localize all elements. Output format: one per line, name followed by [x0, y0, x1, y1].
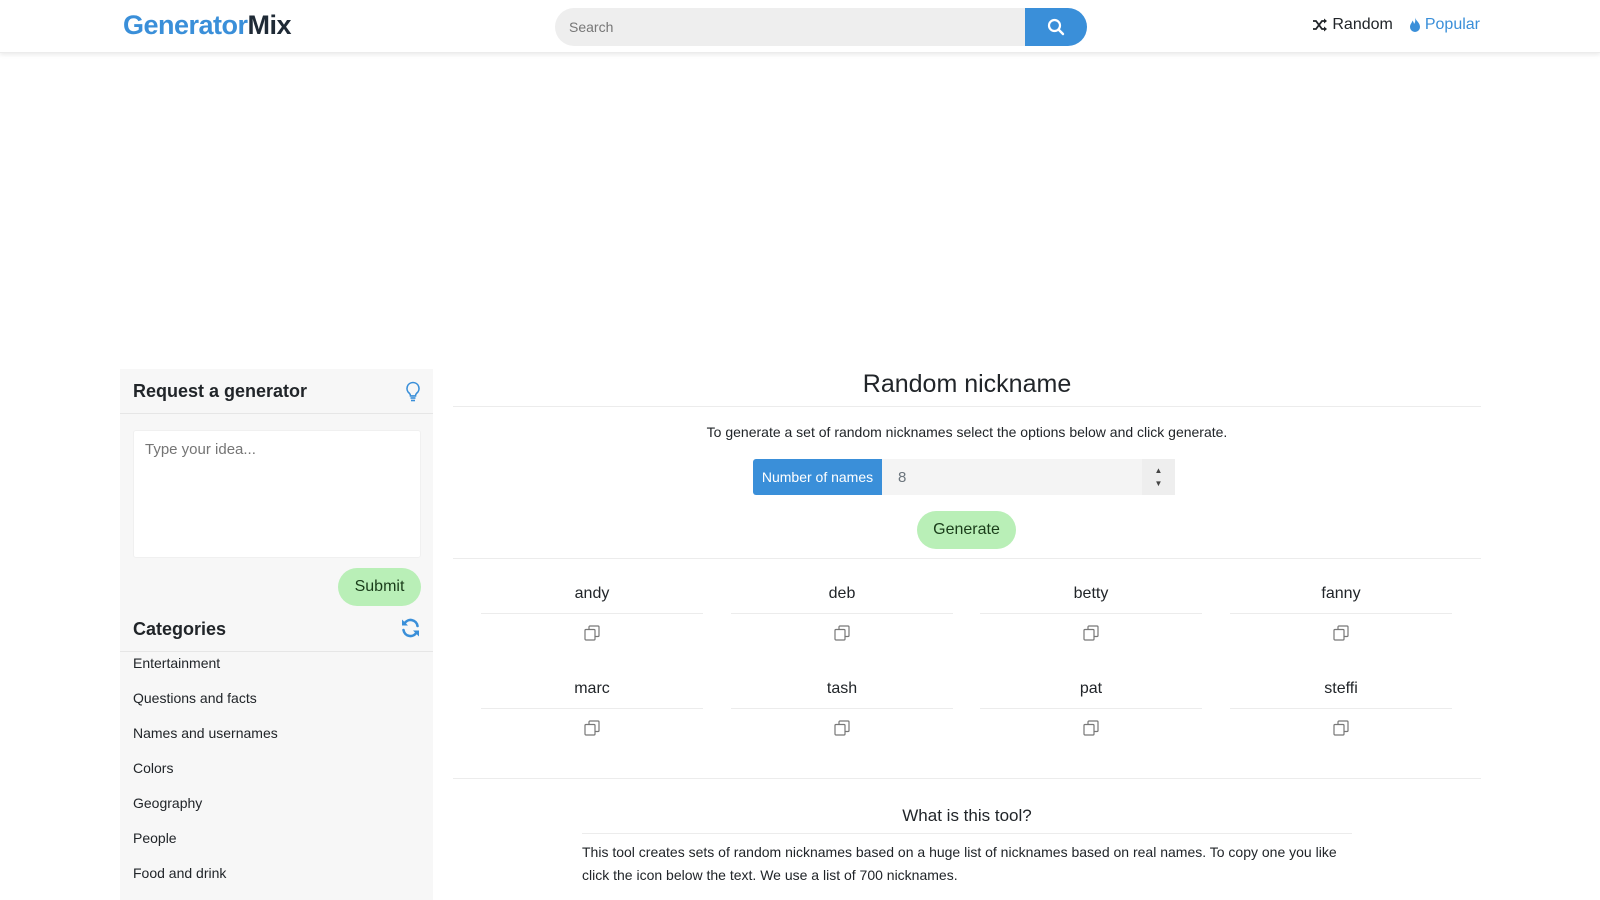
divider [120, 413, 433, 414]
divider [1230, 708, 1452, 709]
submit-button[interactable]: Submit [338, 568, 421, 606]
refresh-icon[interactable] [400, 618, 421, 643]
divider [453, 406, 1481, 407]
divider [453, 558, 1481, 559]
name-text: pat [1079, 680, 1103, 697]
name-text: andy [574, 585, 610, 602]
caret-up-icon[interactable]: ▲ [1155, 466, 1163, 475]
nav-popular-link[interactable]: Popular [1409, 16, 1480, 34]
name-text: tash [826, 680, 858, 697]
copy-icon[interactable] [584, 625, 600, 646]
number-of-names-label: Number of names [753, 459, 882, 495]
category-item[interactable]: Names and usernames [133, 725, 278, 760]
name-text: marc [574, 680, 610, 697]
nav-random-link[interactable]: Random [1312, 16, 1393, 34]
request-generator-title: Request a generator [133, 381, 308, 401]
divider [582, 833, 1352, 834]
category-item[interactable]: People [133, 830, 278, 865]
name-item: andy [481, 585, 703, 665]
search-input[interactable] [555, 8, 1025, 46]
nav-popular-label: Popular [1424, 16, 1480, 33]
idea-input[interactable] [133, 430, 421, 558]
name-text: fanny [1321, 585, 1361, 602]
name-item: betty [980, 585, 1202, 665]
divider [731, 708, 953, 709]
copy-icon[interactable] [834, 720, 850, 741]
tool-instructions: To generate a set of random nicknames se… [706, 424, 1228, 440]
search-icon [1047, 18, 1065, 36]
divider [980, 613, 1202, 614]
search-bar [555, 8, 1087, 46]
site-logo[interactable]: GeneratorMix [123, 10, 292, 41]
caret-down-icon[interactable]: ▼ [1155, 479, 1163, 488]
category-item[interactable]: Entertainment [133, 655, 278, 690]
name-item: tash [731, 680, 953, 760]
name-item: steffi [1230, 680, 1452, 760]
divider [453, 778, 1481, 779]
top-navbar: GeneratorMix Random Popular [0, 0, 1600, 53]
fire-icon [1409, 17, 1420, 32]
what-is-this-tool-text: This tool creates sets of random nicknam… [582, 844, 1337, 883]
category-item[interactable]: Geography [133, 795, 278, 830]
page-title: Random nickname [862, 370, 1072, 398]
name-item: marc [481, 680, 703, 760]
name-item: pat [980, 680, 1202, 760]
category-item[interactable]: Food and drink [133, 865, 278, 900]
copy-icon[interactable] [834, 625, 850, 646]
name-text: betty [1073, 585, 1109, 602]
name-item: deb [731, 585, 953, 665]
copy-icon[interactable] [1083, 720, 1099, 741]
number-of-names-input[interactable] [882, 459, 1142, 495]
sidebar: Request a generator Submit Categories En… [120, 369, 433, 900]
category-list: Entertainment Questions and facts Names … [133, 655, 278, 900]
copy-icon[interactable] [1333, 625, 1349, 646]
copy-icon[interactable] [1333, 720, 1349, 741]
name-text: deb [828, 585, 856, 602]
logo-part-1: Generator [123, 10, 248, 40]
logo-part-2: Mix [247, 10, 292, 40]
divider [120, 651, 433, 652]
divider [731, 613, 953, 614]
nav-links: Random Popular [1312, 16, 1480, 34]
nav-random-label: Random [1332, 16, 1393, 33]
divider [481, 708, 703, 709]
category-item[interactable]: Questions and facts [133, 690, 278, 725]
divider [481, 613, 703, 614]
search-button[interactable] [1025, 8, 1087, 46]
number-stepper[interactable]: ▲ ▼ [1142, 459, 1175, 495]
generate-button[interactable]: Generate [917, 511, 1016, 549]
name-item: fanny [1230, 585, 1452, 665]
number-of-names-group: Number of names ▲ ▼ [753, 459, 1175, 495]
shuffle-icon [1313, 18, 1328, 32]
copy-icon[interactable] [1083, 625, 1099, 646]
what-is-this-tool-title: What is this tool? [902, 806, 1032, 825]
category-item[interactable]: Colors [133, 760, 278, 795]
lightbulb-icon [405, 381, 421, 408]
divider [1230, 613, 1452, 614]
categories-title: Categories [133, 619, 227, 639]
name-text: steffi [1324, 680, 1358, 697]
copy-icon[interactable] [584, 720, 600, 741]
divider [980, 708, 1202, 709]
